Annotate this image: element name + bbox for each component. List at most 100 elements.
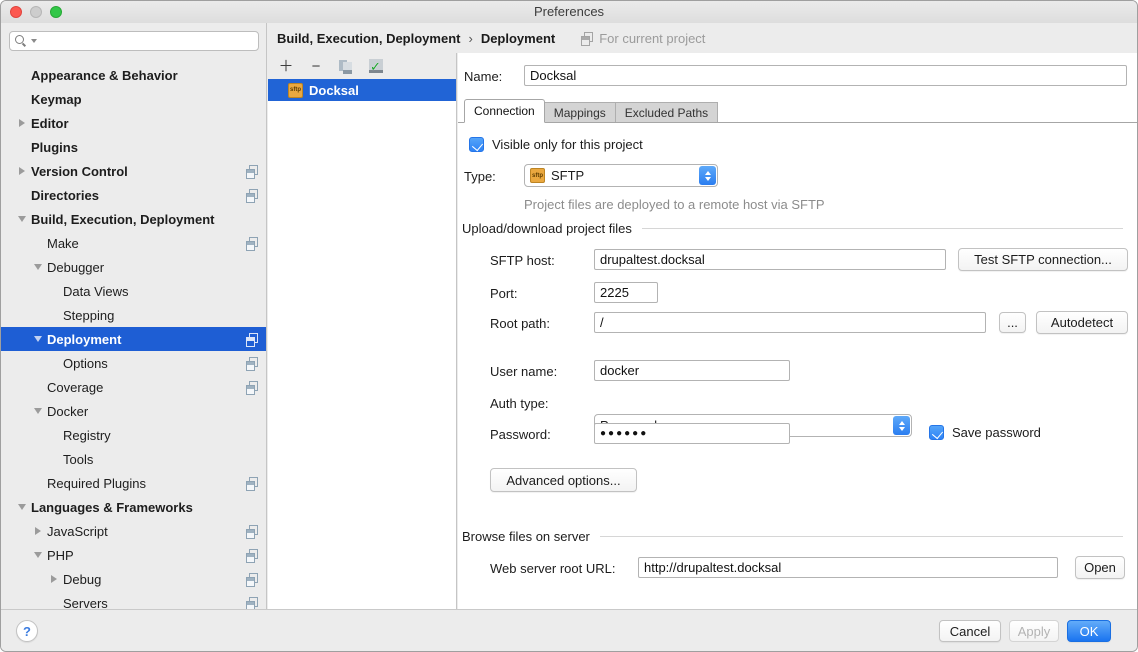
cancel-button[interactable]: Cancel xyxy=(939,620,1001,642)
use-as-default-button[interactable] xyxy=(368,58,384,74)
sidebar-item-version-control[interactable]: Version Control xyxy=(1,159,266,183)
apply-button[interactable]: Apply xyxy=(1009,620,1059,642)
port-label: Port: xyxy=(490,286,517,301)
shared-config-icon xyxy=(246,165,258,178)
save-password-checkbox[interactable] xyxy=(929,425,944,440)
chevron-right-icon[interactable] xyxy=(45,567,63,591)
root-path-label: Root path: xyxy=(490,316,550,331)
window-title: Preferences xyxy=(1,4,1137,19)
sidebar-item-appearance-behavior[interactable]: Appearance & Behavior xyxy=(1,63,266,87)
sftp-host-label: SFTP host: xyxy=(490,253,555,268)
sidebar-item-keymap[interactable]: Keymap xyxy=(1,87,266,111)
sidebar-item-php[interactable]: PHP xyxy=(1,543,266,567)
web-root-input[interactable] xyxy=(638,557,1058,578)
chevron-right-icon[interactable] xyxy=(13,111,31,135)
sidebar-item-stepping[interactable]: Stepping xyxy=(1,303,266,327)
open-button[interactable]: Open xyxy=(1075,556,1125,579)
scope-indicator: For current project xyxy=(581,31,705,46)
sidebar-item-tools[interactable]: Tools xyxy=(1,447,266,471)
settings-search-box[interactable] xyxy=(9,31,259,51)
server-list-toolbar: ＋ − xyxy=(268,53,456,79)
chevron-down-icon[interactable] xyxy=(13,495,31,519)
chevron-right-icon[interactable] xyxy=(29,519,47,543)
tab-mappings[interactable]: Mappings xyxy=(545,102,616,122)
shared-config-icon xyxy=(246,573,258,586)
dropdown-stepper-icon xyxy=(893,416,910,435)
sidebar-item-debug[interactable]: Debug xyxy=(1,567,266,591)
chevron-down-icon[interactable] xyxy=(13,207,31,231)
shared-config-icon xyxy=(246,237,258,250)
save-password-row: Save password xyxy=(929,425,1041,440)
user-name-label: User name: xyxy=(490,364,557,379)
shared-config-icon xyxy=(246,357,258,370)
visible-only-label: Visible only for this project xyxy=(492,137,643,152)
breadcrumb-build-execution-deployment[interactable]: Build, Execution, Deployment xyxy=(277,31,460,46)
add-server-button[interactable]: ＋ xyxy=(278,58,294,74)
upload-section-title: Upload/download project files xyxy=(462,221,632,236)
type-dropdown[interactable]: sftp SFTP xyxy=(524,164,718,187)
sidebar-item-data-views[interactable]: Data Views xyxy=(1,279,266,303)
save-password-label: Save password xyxy=(952,425,1041,440)
tab-connection[interactable]: Connection xyxy=(464,99,545,123)
type-hint: Project files are deployed to a remote h… xyxy=(524,197,825,212)
breadcrumb: Build, Execution, Deployment › Deploymen… xyxy=(268,23,1137,53)
autodetect-button[interactable]: Autodetect xyxy=(1036,311,1128,334)
password-input[interactable] xyxy=(594,423,790,444)
breadcrumb-deployment: Deployment xyxy=(481,31,555,46)
settings-sidebar: Appearance & Behavior Keymap Editor Plug… xyxy=(1,23,267,609)
shared-config-icon xyxy=(246,381,258,394)
shared-config-icon xyxy=(246,525,258,538)
ok-button[interactable]: OK xyxy=(1067,620,1111,642)
chevron-right-icon[interactable] xyxy=(13,159,31,183)
test-sftp-connection-button[interactable]: Test SFTP connection... xyxy=(958,248,1128,271)
sidebar-item-required-plugins[interactable]: Required Plugins xyxy=(1,471,266,495)
browse-root-path-button[interactable]: ... xyxy=(999,312,1026,333)
server-list-item-docksal[interactable]: sftp Docksal xyxy=(268,79,456,101)
root-path-input[interactable] xyxy=(594,312,986,333)
sftp-host-input[interactable] xyxy=(594,249,946,270)
shared-config-icon xyxy=(246,189,258,202)
server-name: Docksal xyxy=(309,83,359,98)
search-icon xyxy=(15,35,28,48)
shared-config-icon xyxy=(246,333,258,346)
section-divider xyxy=(600,536,1123,537)
sftp-file-icon: sftp xyxy=(530,168,545,183)
help-button[interactable]: ? xyxy=(16,620,38,642)
sidebar-item-javascript[interactable]: JavaScript xyxy=(1,519,266,543)
tab-excluded-paths[interactable]: Excluded Paths xyxy=(616,102,718,122)
port-input[interactable] xyxy=(594,282,658,303)
sidebar-item-docker[interactable]: Docker xyxy=(1,399,266,423)
visible-only-row: Visible only for this project xyxy=(469,137,643,152)
chevron-down-icon[interactable] xyxy=(29,327,47,351)
user-name-input[interactable] xyxy=(594,360,790,381)
copy-server-button[interactable] xyxy=(338,58,354,74)
advanced-options-button[interactable]: Advanced options... xyxy=(490,468,637,492)
type-label: Type: xyxy=(464,169,496,184)
sidebar-item-directories[interactable]: Directories xyxy=(1,183,266,207)
chevron-down-icon[interactable] xyxy=(29,255,47,279)
chevron-down-icon[interactable] xyxy=(29,543,47,567)
name-input[interactable] xyxy=(524,65,1127,86)
shared-config-icon xyxy=(246,549,258,562)
sidebar-item-make[interactable]: Make xyxy=(1,231,266,255)
section-divider xyxy=(642,228,1123,229)
sidebar-item-coverage[interactable]: Coverage xyxy=(1,375,266,399)
sidebar-item-options[interactable]: Options xyxy=(1,351,266,375)
sidebar-item-languages-frameworks[interactable]: Languages & Frameworks xyxy=(1,495,266,519)
remove-server-button[interactable]: − xyxy=(308,58,324,74)
sidebar-item-build-execution-deployment[interactable]: Build, Execution, Deployment xyxy=(1,207,266,231)
sidebar-item-deployment[interactable]: Deployment xyxy=(1,327,266,351)
sidebar-item-plugins[interactable]: Plugins xyxy=(1,135,266,159)
sidebar-item-registry[interactable]: Registry xyxy=(1,423,266,447)
sidebar-item-editor[interactable]: Editor xyxy=(1,111,266,135)
auth-type-label: Auth type: xyxy=(490,396,549,411)
search-input[interactable] xyxy=(37,34,258,48)
dropdown-stepper-icon xyxy=(699,166,716,185)
title-bar: Preferences xyxy=(1,1,1137,23)
sidebar-item-debugger[interactable]: Debugger xyxy=(1,255,266,279)
browse-section-title: Browse files on server xyxy=(462,529,590,544)
visible-only-checkbox[interactable] xyxy=(469,137,484,152)
scope-label: For current project xyxy=(599,31,705,46)
chevron-down-icon[interactable] xyxy=(29,399,47,423)
name-label: Name: xyxy=(464,69,502,84)
